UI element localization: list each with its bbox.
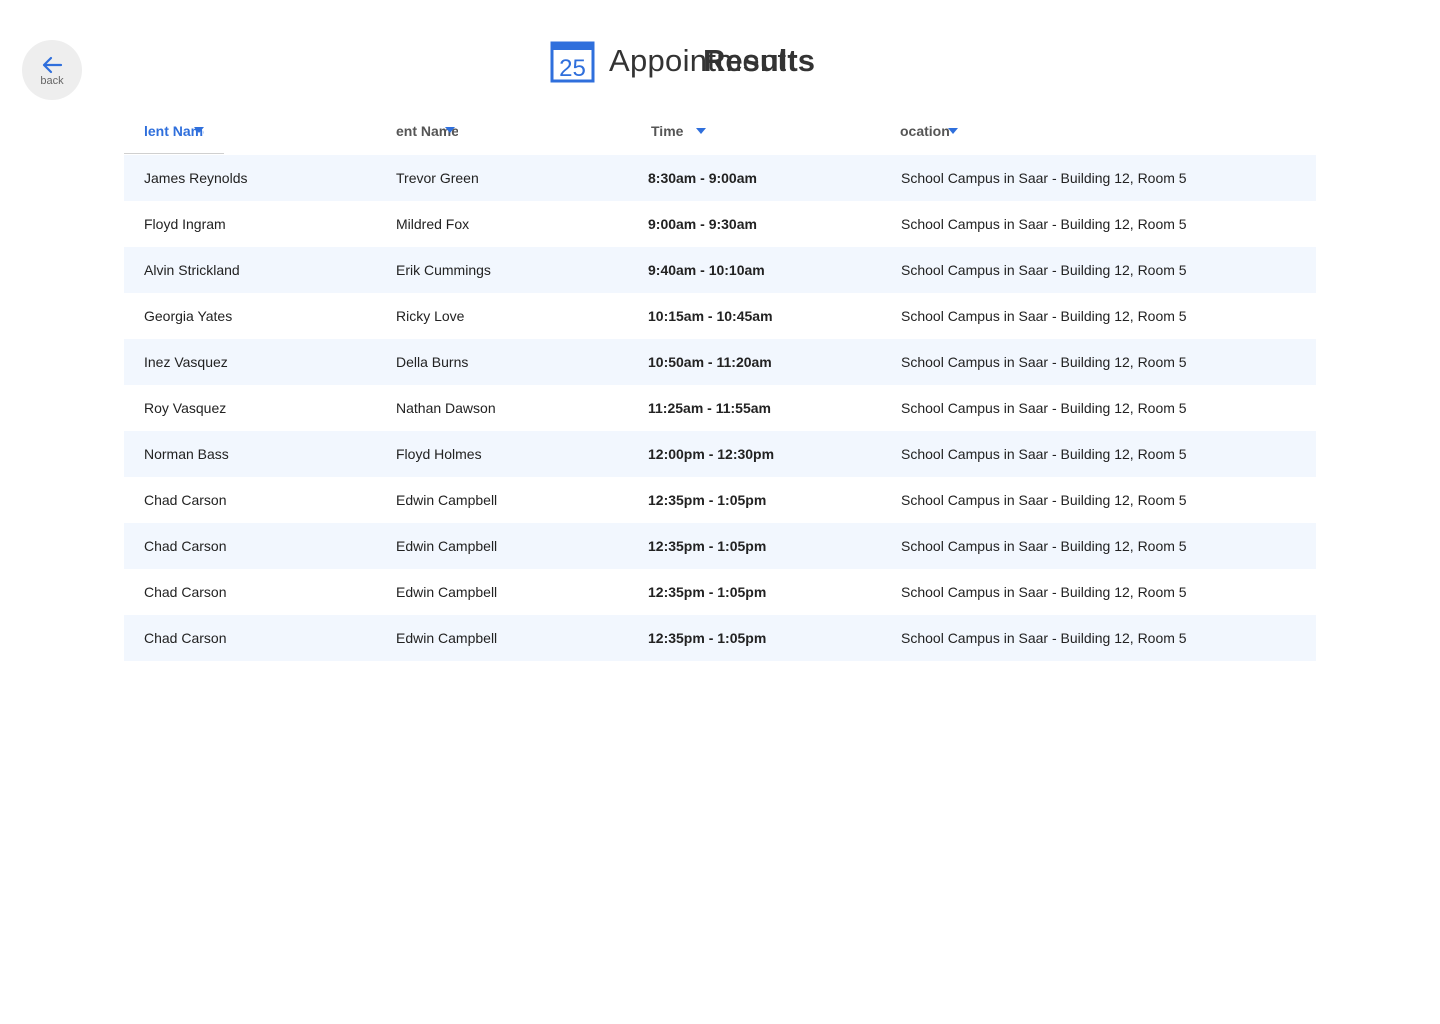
time-cell: 9:40am - 10:10am [648,262,765,278]
time-cell: 12:35pm - 1:05pm [648,630,767,646]
time-cell: 11:25am - 11:55am [648,400,771,416]
location-cell: School Campus in Saar - Building 12, Roo… [901,400,1187,416]
student-name-cell: Alvin Strickland [144,262,240,278]
time-cell: 8:30am - 9:00am [648,170,757,186]
appointments-table: lent Name ent Name Time ocation James Re… [124,108,1316,661]
back-label: back [40,74,64,87]
location-cell: School Campus in Saar - Building 12, Roo… [901,262,1187,278]
table-row[interactable]: Inez Vasquez Della Burns 10:50am - 11:20am… [124,339,1316,385]
teacher-name-cell: Trevor Green [396,170,479,186]
time-cell: 10:15am - 10:45am [648,308,773,324]
location-cell: School Campus in Saar - Building 12, Roo… [901,216,1187,232]
student-name-cell: Chad Carson [144,538,227,554]
table-row[interactable]: Norman Bass Floyd Holmes 12:00pm - 12:30pm… [124,431,1316,477]
column-header-label: ocation [900,123,950,139]
table-row[interactable]: Chad Carson Edwin Campbell 12:35pm - 1:05p… [124,523,1316,569]
teacher-name-cell: Edwin Campbell [396,630,498,646]
teacher-name-cell: Nathan Dawson [396,400,496,416]
teacher-name-cell: Ricky Love [396,308,465,324]
location-cell: School Campus in Saar - Building 12, Roo… [901,308,1187,324]
teacher-name-cell: Edwin Campbell [396,584,498,600]
appointment-results-page: back 25 Appointment Results lent Name en… [0,0,1440,1024]
table-row[interactable]: Chad Carson Edwin Campbell 12:35pm - 1:05p… [124,569,1316,615]
active-column-underline [124,153,224,154]
student-name-cell: Georgia Yates [144,308,233,324]
table-row[interactable]: Chad Carson Edwin Campbell 12:35pm - 1:05p… [124,615,1316,661]
sort-caret-icon[interactable] [445,127,455,133]
table-row[interactable]: Georgia Yates Ricky Love 10:15am - 10:45am… [124,293,1316,339]
table-row[interactable]: James Reynolds Trevor Green 8:30am - 9:00a… [124,155,1316,201]
time-cell: 12:35pm - 1:05pm [648,584,767,600]
location-cell: School Campus in Saar - Building 12, Roo… [901,354,1187,370]
table-row[interactable]: Roy Vasquez Nathan Dawson 11:25am - 11:55a… [124,385,1316,431]
location-cell: School Campus in Saar - Building 12, Roo… [901,630,1187,646]
teacher-name-cell: Floyd Holmes [396,446,482,462]
teacher-name-cell: Mildred Fox [396,216,470,232]
student-name-cell: Chad Carson [144,584,227,600]
teacher-name-cell: Della Burns [396,354,469,370]
student-name-cell: Inez Vasquez [144,354,228,370]
time-cell: 12:35pm - 1:05pm [648,492,767,508]
table-body: James Reynolds Trevor Green 8:30am - 9:00a… [124,155,1316,661]
location-cell: School Campus in Saar - Building 12, Roo… [901,446,1187,462]
page-title-overlay: Results [703,43,815,78]
teacher-name-cell: Erik Cummings [396,262,491,278]
time-cell: 9:00am - 9:30am [648,216,757,232]
time-cell: 10:50am - 11:20am [648,354,772,370]
back-button[interactable]: back [22,40,82,100]
table-row[interactable]: Chad Carson Edwin Campbell 12:35pm - 1:05p… [124,477,1316,523]
student-name-cell: Chad Carson [144,630,227,646]
student-name-cell: James Reynolds [144,170,248,186]
teacher-name-cell: Edwin Campbell [396,492,498,508]
location-cell: School Campus in Saar - Building 12, Roo… [901,538,1187,554]
calendar-day-number: 25 [559,55,586,82]
table-header: lent Name ent Name Time ocation [124,108,1316,155]
calendar-icon: 25 [550,41,595,83]
student-name-cell: Floyd Ingram [144,216,226,232]
time-cell: 12:00pm - 12:30pm [648,446,775,462]
page-title: Appointment Results [609,41,869,83]
student-name-cell: Norman Bass [144,446,229,462]
student-name-cell: Roy Vasquez [144,400,227,416]
sort-caret-icon[interactable] [194,127,204,133]
table-row[interactable]: Alvin Strickland Erik Cummings 9:40am - 10… [124,247,1316,293]
arrow-left-icon [42,56,63,73]
page-header: 25 Appointment Results [550,41,869,83]
teacher-name-cell: Edwin Campbell [396,538,498,554]
student-name-cell: Chad Carson [144,492,227,508]
sort-caret-icon[interactable] [948,128,958,134]
location-cell: School Campus in Saar - Building 12, Roo… [901,170,1187,186]
location-cell: School Campus in Saar - Building 12, Roo… [901,584,1187,600]
location-cell: School Campus in Saar - Building 12, Roo… [901,492,1187,508]
table-row[interactable]: Floyd Ingram Mildred Fox 9:00am - 9:30am Sc… [124,201,1316,247]
time-cell: 12:35pm - 1:05pm [648,538,767,554]
column-header-label: Time [651,123,684,139]
sort-caret-icon[interactable] [696,128,706,134]
